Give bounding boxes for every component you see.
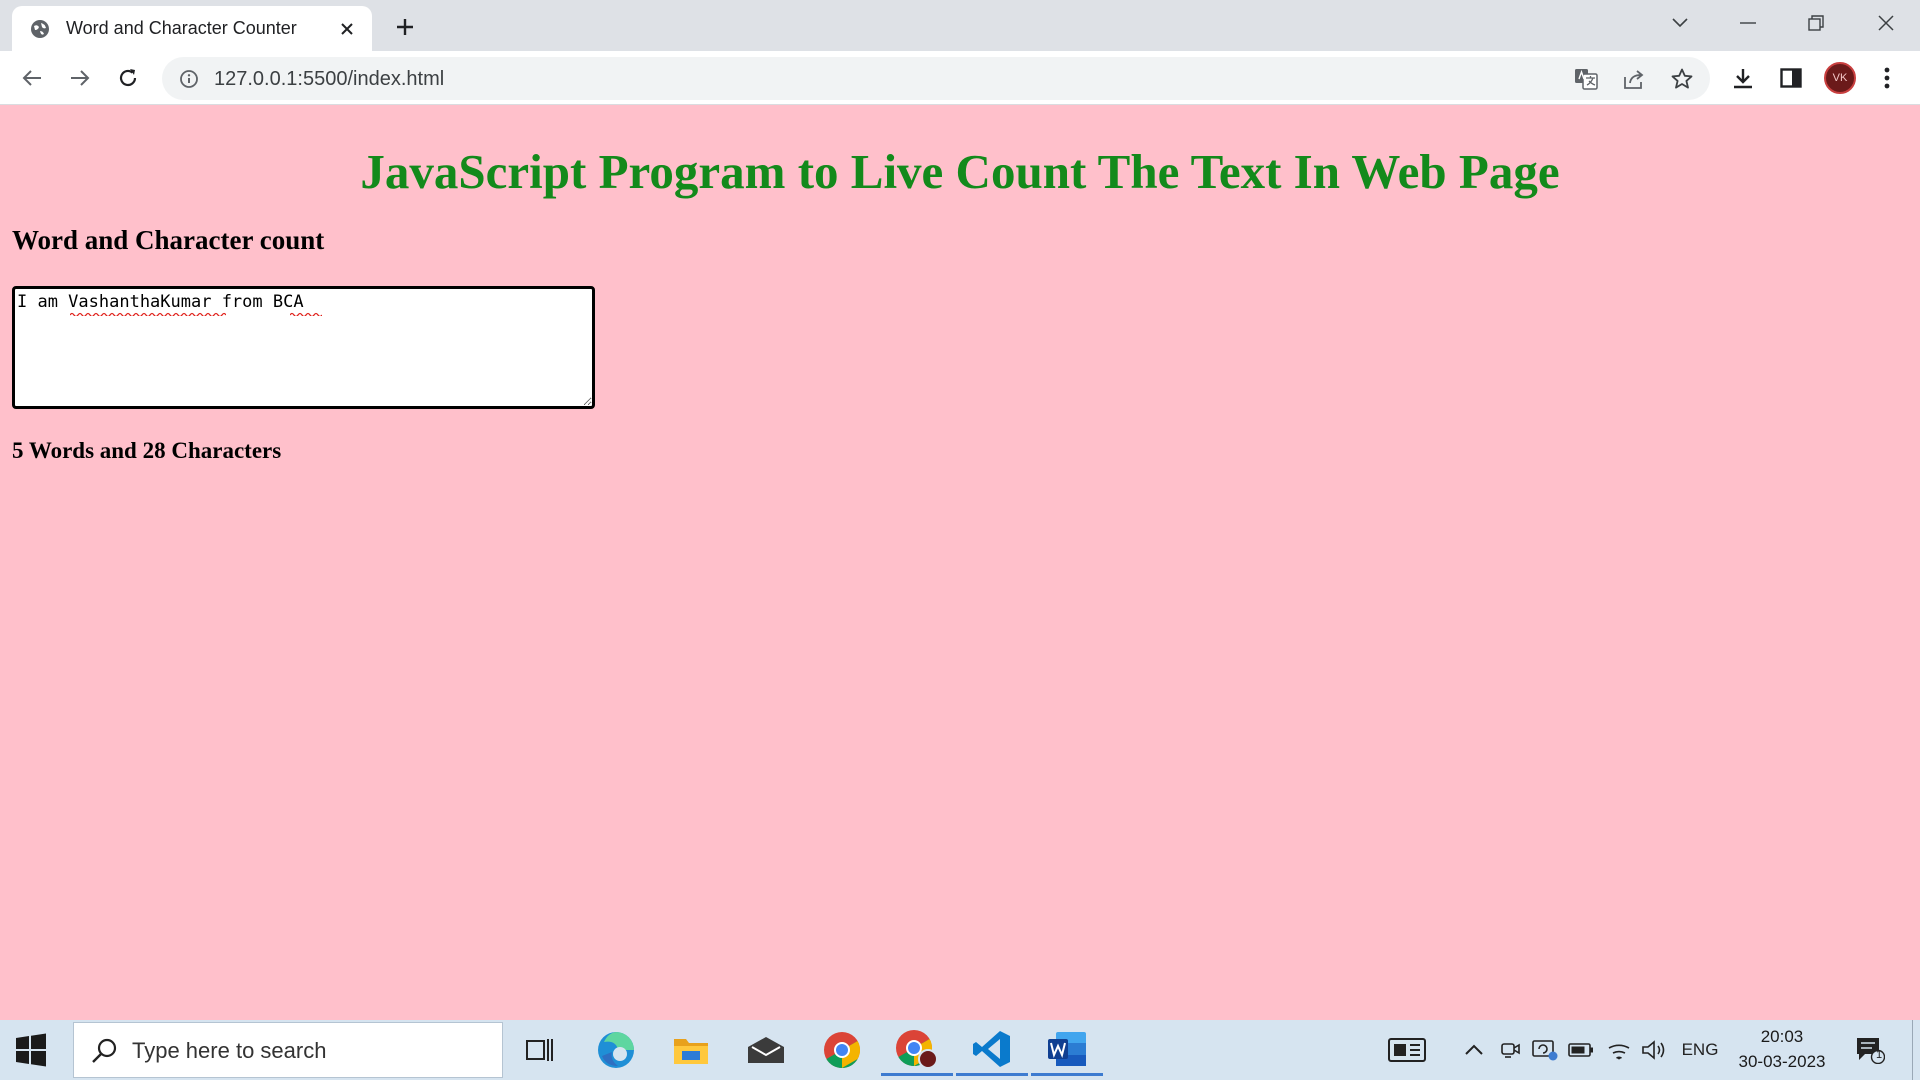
- taskbar-clock[interactable]: 20:03 30-03-2023: [1736, 1024, 1828, 1074]
- reload-icon[interactable]: [111, 61, 145, 95]
- count-result: 5 Words and 28 Characters: [12, 438, 282, 463]
- search-icon: [92, 1038, 117, 1063]
- language-indicator[interactable]: ENG: [1680, 1036, 1720, 1064]
- side-panel-icon[interactable]: [1774, 61, 1808, 95]
- clock-date: 30-03-2023: [1738, 1052, 1826, 1071]
- show-hidden-icons-chevron-icon[interactable]: [1462, 1036, 1486, 1064]
- bookmark-star-icon[interactable]: [1670, 67, 1694, 91]
- address-bar[interactable]: 127.0.0.1:5500/index.html: [162, 57, 1710, 100]
- browser-tab[interactable]: Word and Character Counter: [12, 6, 372, 51]
- taskbar-search-box[interactable]: Type here to search: [73, 1022, 503, 1078]
- tab-search-chevron-icon[interactable]: [1665, 8, 1695, 38]
- profile-avatar[interactable]: VK: [1824, 62, 1856, 94]
- mail-icon[interactable]: [730, 1024, 802, 1076]
- spellcheck-underline: [70, 312, 226, 316]
- download-icon[interactable]: [1726, 61, 1760, 95]
- url-text: 127.0.0.1:5500/index.html: [214, 68, 445, 90]
- kebab-menu-icon[interactable]: [1870, 61, 1904, 95]
- task-view-icon[interactable]: [504, 1024, 576, 1076]
- translate-icon[interactable]: [1574, 68, 1598, 90]
- forward-arrow-icon[interactable]: [63, 61, 97, 95]
- news-widget-icon[interactable]: [1387, 1036, 1427, 1064]
- notification-center-icon[interactable]: 1: [1854, 1036, 1886, 1064]
- notification-count: 1: [1875, 1049, 1883, 1061]
- section-heading: Word and Character count: [12, 225, 325, 255]
- web-page: JavaScript Program to Live Count The Tex…: [0, 105, 1920, 1020]
- page-title: JavaScript Program to Live Count The Tex…: [360, 144, 1560, 199]
- spellcheck-underline: [290, 312, 322, 316]
- vscode-icon[interactable]: [956, 1024, 1028, 1076]
- wifi-icon[interactable]: [1606, 1036, 1632, 1064]
- site-info-icon[interactable]: [179, 69, 199, 89]
- meet-now-icon[interactable]: [1498, 1036, 1522, 1064]
- volume-icon[interactable]: [1641, 1036, 1667, 1064]
- restore-icon[interactable]: [1801, 8, 1831, 38]
- browser-toolbar: 127.0.0.1:5500/index.html VK: [0, 51, 1920, 105]
- word-icon[interactable]: [1031, 1024, 1103, 1076]
- tab-title: Word and Character Counter: [66, 18, 297, 38]
- search-placeholder: Type here to search: [132, 1038, 327, 1063]
- text-input[interactable]: I am VashanthaKumar from BCA: [12, 286, 595, 409]
- back-arrow-icon[interactable]: [15, 61, 49, 95]
- battery-icon: [1568, 1036, 1594, 1064]
- file-explorer-icon[interactable]: [655, 1024, 727, 1076]
- chrome-icon[interactable]: [806, 1024, 878, 1076]
- update-status-icon[interactable]: [1532, 1036, 1558, 1064]
- clock-time: 20:03: [1760, 1027, 1804, 1046]
- taskbar: Type here to search ENG 20:03 30-03-2023…: [0, 1020, 1920, 1080]
- windows-start-icon[interactable]: [14, 1033, 48, 1067]
- close-window-icon[interactable]: [1871, 8, 1901, 38]
- tab-strip: Word and Character Counter: [0, 0, 1920, 51]
- new-tab-icon[interactable]: [390, 12, 420, 42]
- globe-icon: [31, 20, 49, 38]
- edge-icon[interactable]: [580, 1024, 652, 1076]
- minimize-icon[interactable]: [1733, 8, 1763, 38]
- chrome-active-icon[interactable]: [881, 1024, 953, 1076]
- share-icon[interactable]: [1622, 68, 1646, 90]
- close-tab-icon[interactable]: [334, 16, 360, 42]
- show-desktop-button[interactable]: [1912, 1020, 1913, 1080]
